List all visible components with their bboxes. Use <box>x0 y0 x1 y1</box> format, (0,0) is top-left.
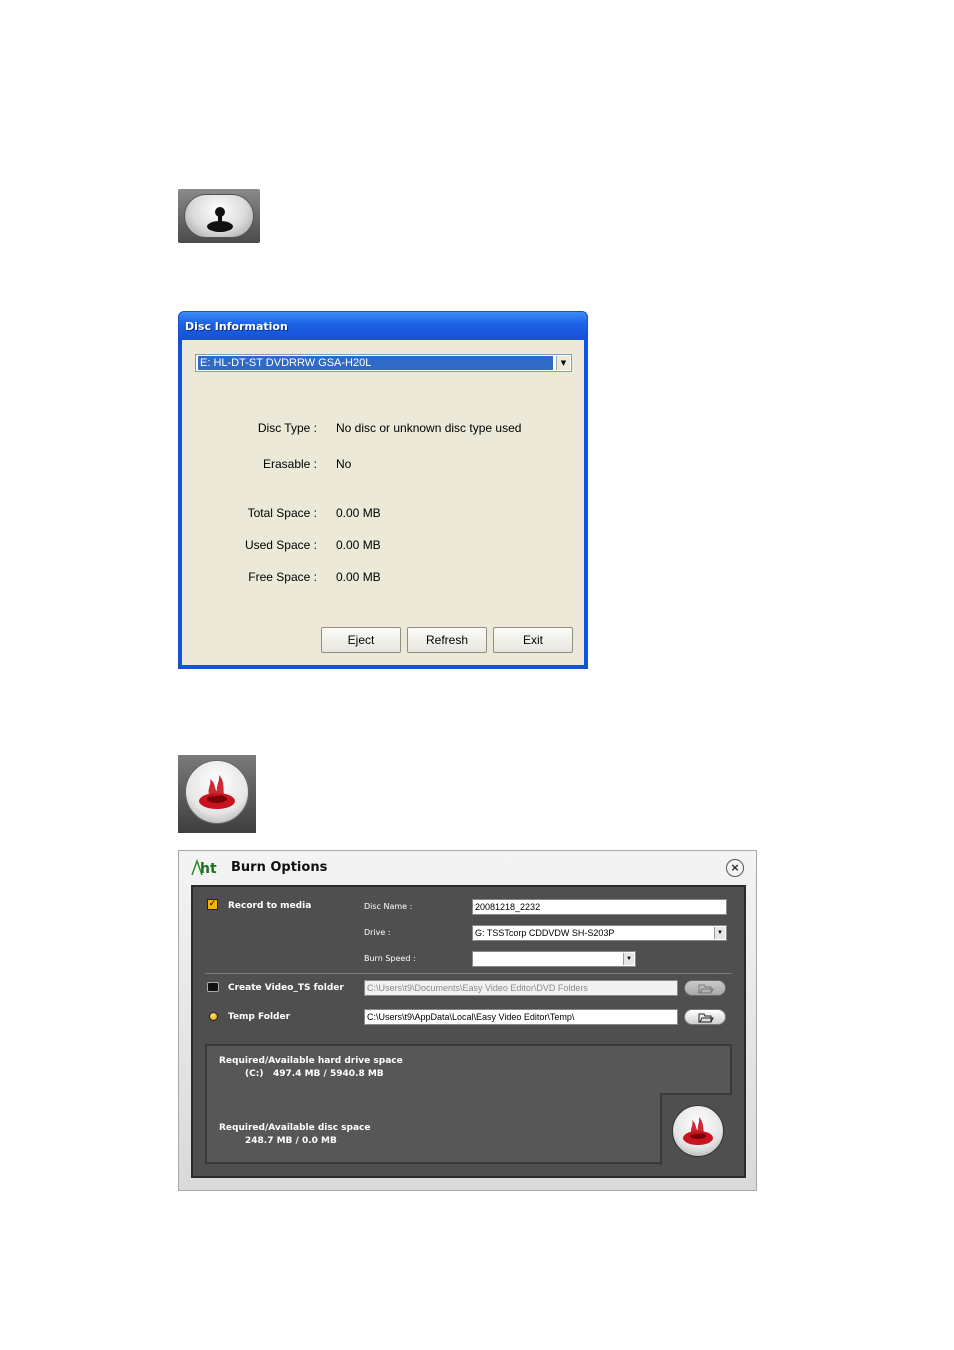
eject-button[interactable]: Eject <box>321 627 401 653</box>
svg-text:ht: ht <box>200 861 217 877</box>
disc-information-window: Disc Information E: HL-DT-ST DVDRRW GSA-… <box>178 311 588 669</box>
drive-label: Drive : <box>364 928 391 937</box>
drive-select-value: G: TSSTcorp CDDVDW SH-S203P <box>475 928 615 938</box>
drive-select-value: E: HL-DT-ST DVDRRW GSA-H20L <box>198 356 553 370</box>
separator <box>205 973 732 974</box>
used-space-value: 0.00 MB <box>336 538 381 552</box>
folder-open-icon <box>698 984 714 994</box>
exit-button[interactable]: Exit <box>493 627 573 653</box>
disc-space-value: 248.7 MB / 0.0 MB <box>245 1136 337 1146</box>
burn-speed-label: Burn Speed : <box>364 954 416 963</box>
burn-icon-button[interactable] <box>178 755 256 833</box>
video-ts-folder-path[interactable]: C:\Users\t9\Documents\Easy Video Editor\… <box>364 980 678 996</box>
burn-options-window: ht Burn Options × ✓ Record to media Disc… <box>178 850 757 1191</box>
hdd-space-title: Required/Available hard drive space <box>219 1056 403 1066</box>
disc-name-input[interactable]: 20081218_2232 <box>472 899 727 915</box>
chevron-down-icon[interactable]: ▼ <box>714 927 725 939</box>
free-space-label: Free Space : <box>248 570 317 584</box>
burn-options-title: Burn Options <box>231 860 328 875</box>
ht-logo-icon: ht <box>191 858 217 877</box>
window-client-area: E: HL-DT-ST DVDRRW GSA-H20L ▼ Disc Type … <box>182 340 584 665</box>
disc-type-value: No disc or unknown disc type used <box>336 421 522 435</box>
record-to-media-label: Record to media <box>228 901 312 911</box>
burn-speed-select[interactable]: ▼ <box>472 951 636 967</box>
hdd-drive-letter: (C:) <box>245 1069 264 1079</box>
total-space-value: 0.00 MB <box>336 506 381 520</box>
disc-type-label: Disc Type : <box>257 421 317 435</box>
close-icon[interactable]: × <box>726 859 744 877</box>
temp-folder-label: Temp Folder <box>228 1012 291 1022</box>
used-space-label: Used Space : <box>244 538 317 552</box>
disc-info-icon-button[interactable] <box>178 189 260 243</box>
temp-folder-path[interactable]: C:\Users\t9\AppData\Local\Easy Video Edi… <box>364 1009 678 1025</box>
erasable-value: No <box>336 457 352 471</box>
disc-name-label: Disc Name : <box>364 902 413 911</box>
drive-select[interactable]: E: HL-DT-ST DVDRRW GSA-H20L ▼ <box>195 354 572 372</box>
temp-folder-bullet-icon <box>209 1012 218 1021</box>
burn-options-body: ✓ Record to media Disc Name : 20081218_2… <box>191 885 746 1178</box>
create-video-ts-radio[interactable] <box>207 982 219 992</box>
drive-select[interactable]: G: TSSTcorp CDDVDW SH-S203P ▼ <box>472 925 727 941</box>
create-video-ts-label: Create Video_TS folder <box>228 983 344 993</box>
chevron-down-icon[interactable]: ▼ <box>623 953 634 965</box>
chevron-down-icon[interactable]: ▼ <box>556 356 570 370</box>
window-titlebar: Disc Information <box>179 312 587 340</box>
space-info-panel: Required/Available hard drive space (C:)… <box>205 1044 732 1164</box>
record-to-media-checkbox[interactable]: ✓ <box>207 899 218 910</box>
burn-flame-icon <box>672 1105 724 1157</box>
refresh-button[interactable]: Refresh <box>407 627 487 653</box>
window-title: Disc Information <box>185 320 288 333</box>
folder-open-icon <box>698 1013 714 1023</box>
hdd-space-value: 497.4 MB / 5940.8 MB <box>273 1069 384 1079</box>
burn-flame-icon <box>185 760 249 824</box>
erasable-label: Erasable : <box>262 457 317 471</box>
total-space-label: Total Space : <box>247 506 317 520</box>
temp-folder-browse-button[interactable] <box>684 1009 726 1025</box>
video-ts-browse-button[interactable] <box>684 980 726 996</box>
disc-info-icon <box>184 194 254 238</box>
burn-button[interactable] <box>660 1093 732 1165</box>
free-space-value: 0.00 MB <box>336 570 381 584</box>
disc-space-title: Required/Available disc space <box>219 1123 371 1133</box>
